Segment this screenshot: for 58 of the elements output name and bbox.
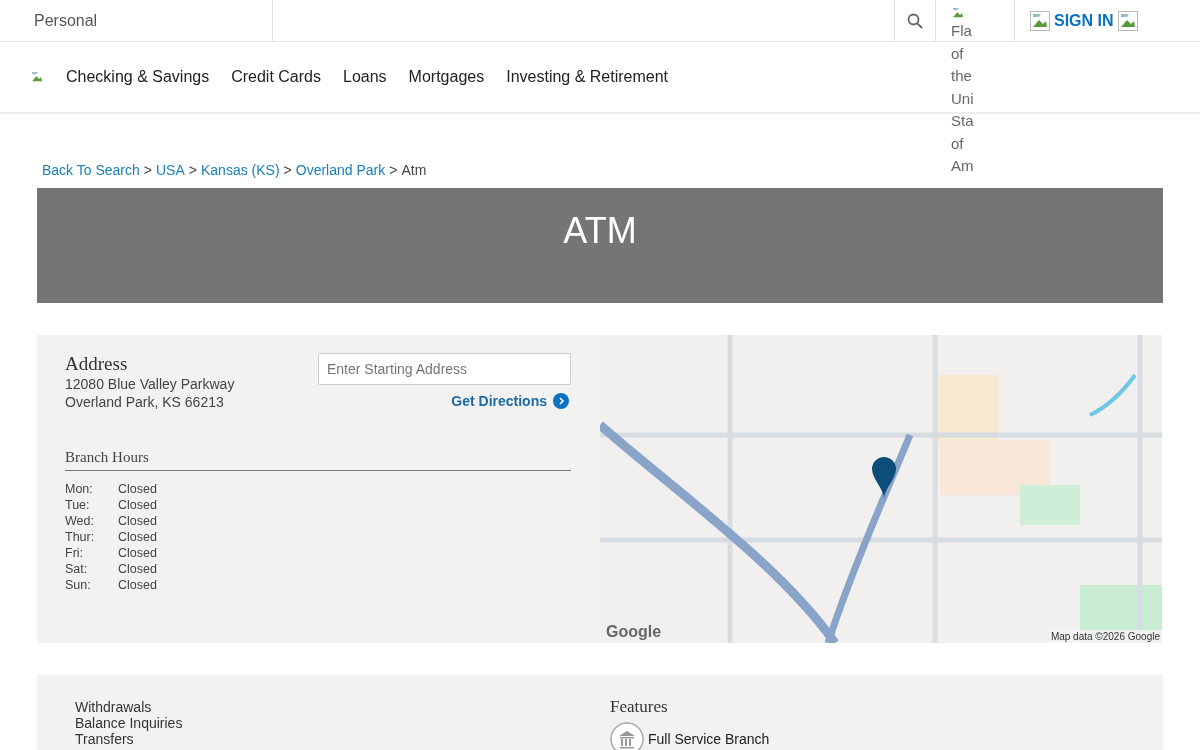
breadcrumb-separator: > (389, 162, 398, 178)
nav-link[interactable]: Loans (343, 68, 387, 86)
map-logo: Google (606, 623, 662, 641)
hours-value: Closed (118, 545, 158, 561)
address-line: Overland Park, KS 66213 (65, 393, 225, 411)
breadcrumb-link[interactable]: Overland Park (295, 162, 386, 178)
starting-address-field[interactable]: Enter Starting Address (318, 353, 571, 385)
service-item: Withdrawals (75, 699, 153, 715)
hours-value: Closed (118, 513, 158, 529)
hours-value: Closed (118, 561, 158, 577)
flag-alt-text: of (951, 133, 964, 154)
flag-alt-text: Sta (951, 111, 974, 131)
nav-link[interactable]: Investing & Retirement (506, 68, 669, 86)
day-label: Wed: (65, 513, 95, 529)
flag-alt-text: the (951, 66, 972, 86)
breadcrumb-link[interactable]: Back To Search (42, 162, 140, 178)
broken-image-icon (1117, 10, 1138, 31)
sign-in-link[interactable]: SIGN IN (1054, 11, 1114, 30)
nav-link[interactable]: Mortgages (408, 68, 485, 86)
broken-image-icon (951, 6, 965, 20)
day-label: Sun: (65, 577, 92, 593)
day-label: Mon: (65, 481, 94, 497)
day-label: Sat: (65, 561, 89, 577)
breadcrumb-link[interactable]: USA (156, 162, 185, 178)
broken-image-icon (1030, 10, 1050, 31)
day-label: Fri: (65, 545, 85, 561)
features-heading: Features (610, 697, 669, 717)
flag-alt-text: of (951, 43, 964, 64)
nav-link[interactable]: Credit Cards (231, 68, 321, 86)
address-heading: Address (65, 353, 129, 375)
day-label: Tue: (65, 497, 91, 513)
flag-alt-text: Am (951, 156, 974, 176)
hours-value: Closed (118, 497, 158, 513)
breadcrumb-link[interactable]: Kansas (KS) (200, 162, 280, 178)
broken-image-icon (30, 70, 44, 84)
flag-alt-text: Uni (951, 88, 974, 109)
breadcrumb-separator: > (143, 162, 152, 178)
hours-value: Closed (118, 481, 158, 497)
personal-tab[interactable]: Personal (0, 0, 273, 41)
page-title: ATM (563, 210, 637, 253)
branch-hours-heading: Branch Hours (65, 449, 571, 471)
service-item: Transfers (75, 731, 135, 747)
bank-icon (610, 722, 644, 750)
breadcrumb-separator: > (188, 162, 197, 178)
breadcrumb-separator: > (283, 162, 292, 178)
get-directions-link[interactable]: Get Directions (451, 393, 569, 409)
flag-alt-text: Fla (951, 21, 972, 41)
feature-label: Full Service Branch (648, 731, 770, 747)
map-attribution: Map data ©2026 Google (1048, 630, 1162, 643)
chevron-right-icon (553, 393, 569, 409)
hours-value: Closed (118, 529, 158, 545)
day-label: Thur: (65, 529, 96, 545)
address-line: 12080 Blue Valley Parkway (65, 375, 235, 393)
hours-value: Closed (118, 577, 158, 593)
breadcrumb-current: Atm (401, 162, 427, 178)
service-item: Balance Inquiries (75, 715, 184, 731)
nav-link[interactable]: Checking & Savings (66, 68, 210, 86)
search-icon (907, 12, 923, 29)
